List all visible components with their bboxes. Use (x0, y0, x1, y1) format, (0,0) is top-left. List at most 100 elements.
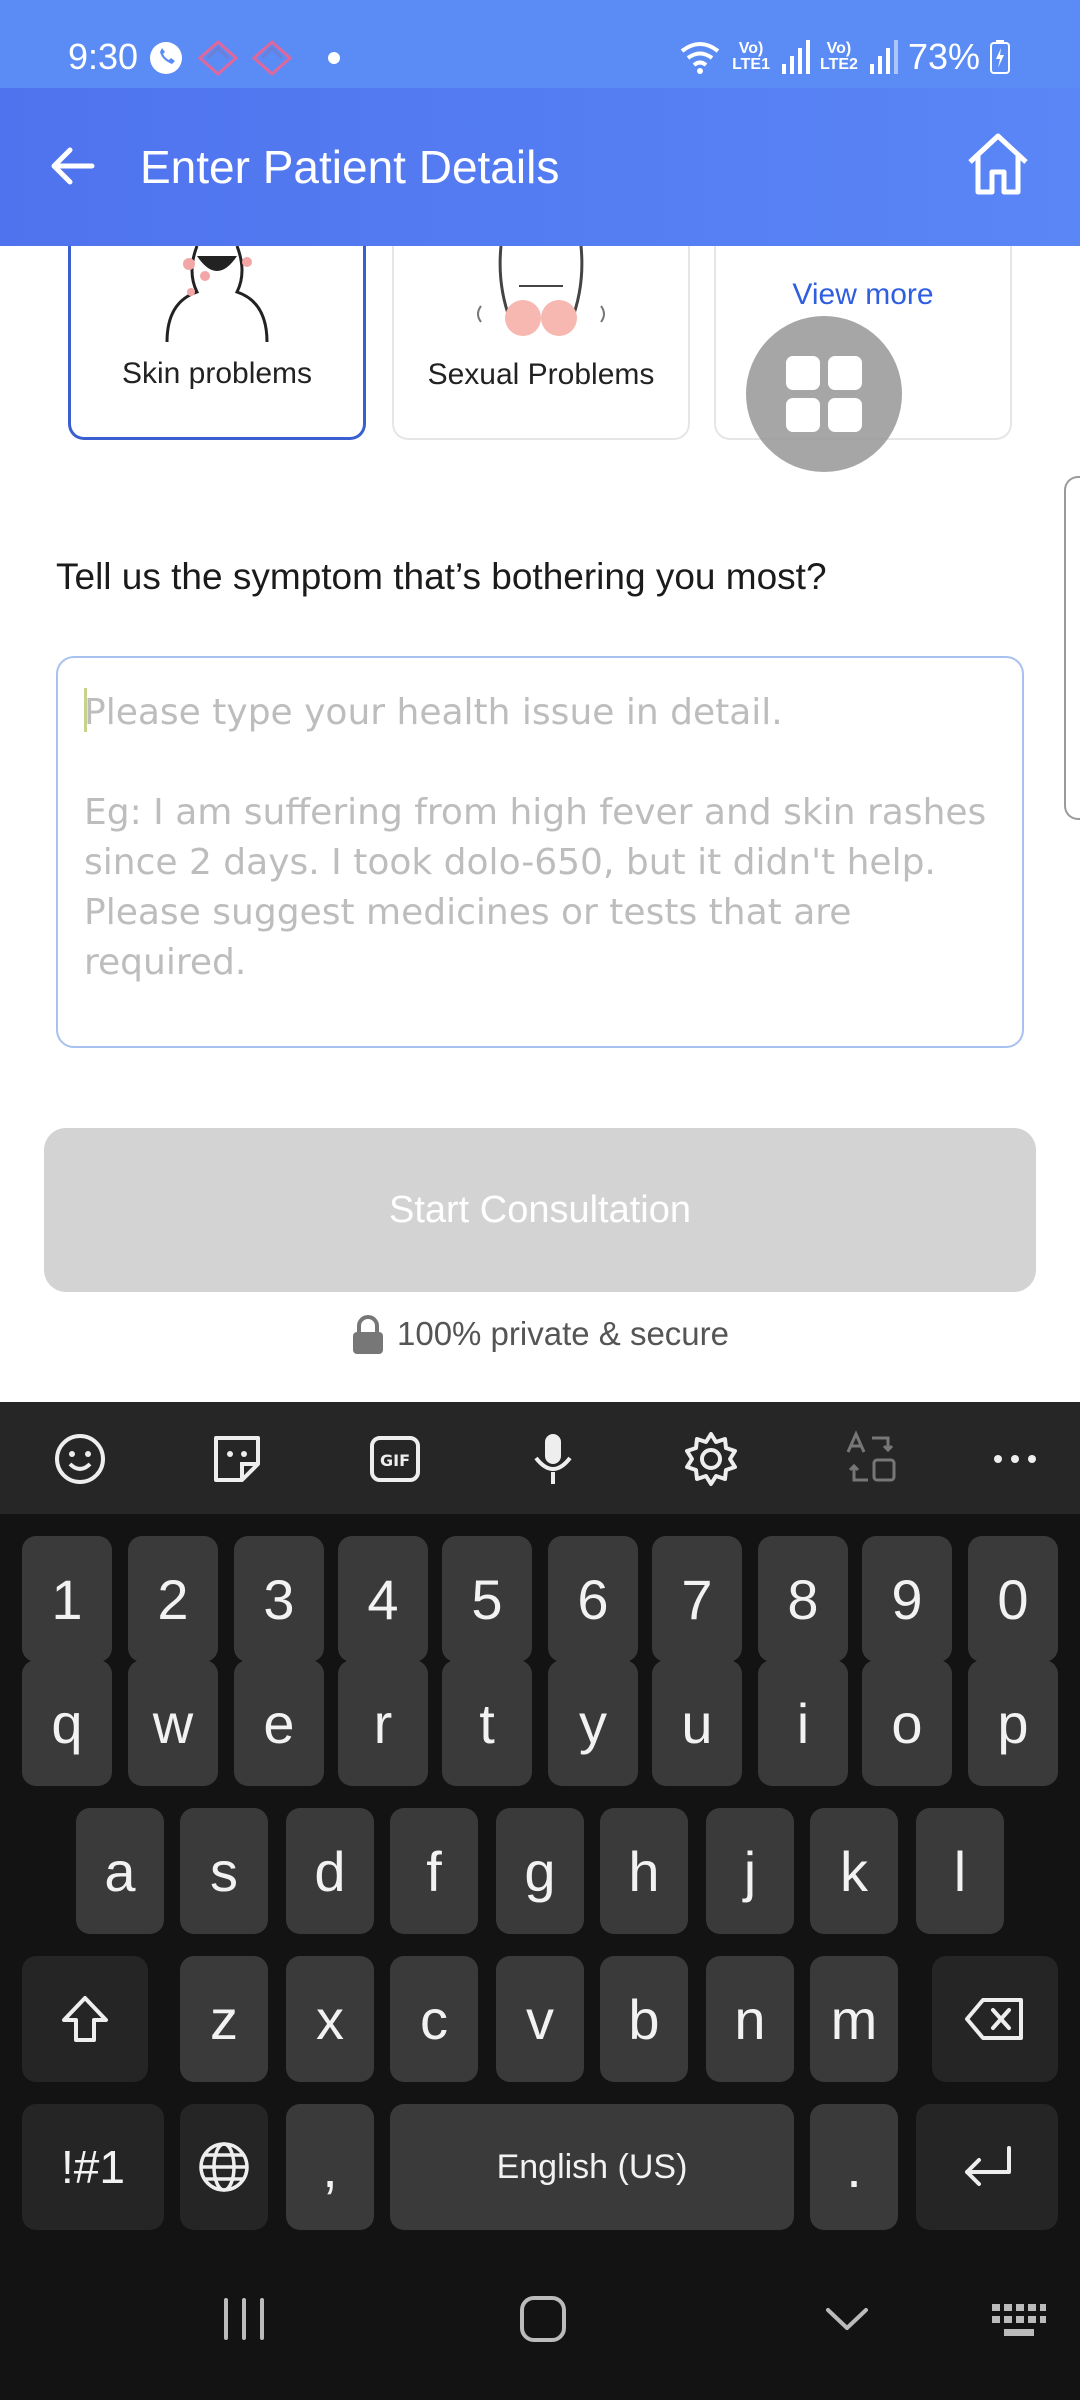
key-r[interactable]: r (338, 1660, 428, 1786)
wifi-icon (680, 42, 720, 74)
key-5[interactable]: 5 (442, 1536, 532, 1662)
key-p[interactable]: p (968, 1660, 1058, 1786)
status-indicators: Vo) LTE1 Vo) LTE2 73% (678, 36, 1010, 78)
category-label: Skin problems (121, 357, 313, 390)
key-q[interactable]: q (22, 1660, 112, 1786)
view-more-link[interactable]: View more (716, 278, 1010, 312)
keyboard-switch-icon[interactable] (990, 2302, 1048, 2340)
notification-icons (148, 40, 340, 76)
key-0[interactable]: 0 (968, 1536, 1058, 1662)
key-9[interactable]: 9 (862, 1536, 952, 1662)
system-nav-bar (0, 2244, 1080, 2400)
sim2-label: Vo) LTE2 (820, 40, 858, 73)
key-n[interactable]: n (706, 1956, 794, 2082)
lte1-label: LTE1 (732, 56, 770, 73)
key-a[interactable]: a (76, 1808, 164, 1934)
key-4[interactable]: 4 (338, 1536, 428, 1662)
side-panel-handle[interactable] (1064, 476, 1080, 820)
backspace-key[interactable] (932, 1956, 1058, 2082)
key-u[interactable]: u (652, 1660, 742, 1786)
more-options-icon[interactable] (986, 1430, 1044, 1488)
start-consultation-button[interactable]: Start Consultation (44, 1128, 1036, 1292)
translate-icon[interactable] (842, 1430, 900, 1488)
grid-icon (786, 356, 820, 390)
home-nav-icon[interactable] (518, 2294, 568, 2344)
key-1[interactable]: 1 (22, 1536, 112, 1662)
key-e[interactable]: e (234, 1660, 324, 1786)
key-y[interactable]: y (548, 1660, 638, 1786)
signal-icon (869, 40, 898, 74)
grid-icon (828, 356, 862, 390)
key-8[interactable]: 8 (758, 1536, 848, 1662)
key-d[interactable]: d (286, 1808, 374, 1934)
page-title: Enter Patient Details (140, 141, 560, 193)
key-t[interactable]: t (442, 1660, 532, 1786)
gif-icon[interactable]: GIF (366, 1430, 424, 1488)
shift-key[interactable] (22, 1956, 148, 2082)
home-icon (968, 133, 1028, 195)
key-i[interactable]: i (758, 1660, 848, 1786)
key-b[interactable]: b (600, 1956, 688, 2082)
language-key[interactable] (180, 2104, 268, 2230)
settings-gear-icon[interactable] (682, 1430, 740, 1488)
whatsapp-icon (150, 42, 182, 74)
key-f[interactable]: f (390, 1808, 478, 1934)
app-notification-icon (252, 40, 292, 76)
hide-keyboard-chevron-icon[interactable] (822, 2294, 872, 2344)
globe-icon (199, 2142, 249, 2192)
period-key[interactable]: . (810, 2104, 898, 2230)
signal-icon (782, 40, 810, 74)
key-g[interactable]: g (496, 1808, 584, 1934)
placeholder-line: Please type your health issue in detail. (84, 692, 783, 733)
key-s[interactable]: s (180, 1808, 268, 1934)
svg-text:GIF: GIF (380, 1451, 410, 1470)
category-card-sexual-problems[interactable]: Sexual Problems (392, 246, 690, 440)
key-v[interactable]: v (496, 1956, 584, 2082)
recent-apps-icon[interactable] (220, 2294, 268, 2344)
category-label: Sexual Problems (427, 358, 655, 391)
key-6[interactable]: 6 (548, 1536, 638, 1662)
key-k[interactable]: k (810, 1808, 898, 1934)
key-2[interactable]: 2 (128, 1536, 218, 1662)
backspace-icon (965, 1998, 1023, 2040)
space-key[interactable]: English (US) (390, 2104, 794, 2230)
key-w[interactable]: w (128, 1660, 218, 1786)
key-3[interactable]: 3 (234, 1536, 324, 1662)
grid-icon (828, 398, 862, 432)
home-button[interactable] (960, 126, 1036, 202)
key-z[interactable]: z (180, 1956, 268, 2082)
back-button[interactable] (36, 130, 108, 202)
symptom-input[interactable]: Please type your health issue in detail.… (56, 656, 1024, 1048)
key-x[interactable]: x (286, 1956, 374, 2082)
symbols-key[interactable]: !#1 (22, 2104, 164, 2230)
placeholder-example: Eg: I am suffering from high fever and s… (84, 792, 987, 983)
shift-arrow-icon (62, 1996, 108, 2042)
back-arrow-icon (51, 147, 95, 185)
key-l[interactable]: l (916, 1808, 1004, 1934)
enter-arrow-icon (965, 2146, 1011, 2186)
lock-icon (352, 1315, 383, 1354)
key-o[interactable]: o (862, 1660, 952, 1786)
emoji-icon[interactable] (51, 1430, 109, 1488)
lte2-label: LTE2 (820, 56, 858, 73)
symptom-question: Tell us the symptom that’s bothering you… (56, 556, 827, 597)
text-cursor (84, 688, 87, 732)
app-notification-icon (198, 40, 238, 76)
category-card-skin-problems[interactable]: Skin problems (68, 246, 366, 440)
comma-key[interactable]: , (286, 2104, 374, 2230)
microphone-icon[interactable] (524, 1430, 582, 1488)
key-c[interactable]: c (390, 1956, 478, 2082)
sticker-icon[interactable] (208, 1430, 266, 1488)
grid-icon (786, 398, 820, 432)
battery-charging-icon (990, 40, 1010, 74)
key-7[interactable]: 7 (652, 1536, 742, 1662)
sexual-problems-illustration (477, 246, 605, 336)
floating-menu-button[interactable] (746, 316, 902, 472)
key-m[interactable]: m (810, 1956, 898, 2082)
key-h[interactable]: h (600, 1808, 688, 1934)
privacy-note: 100% private & secure (0, 1314, 1080, 1354)
key-j[interactable]: j (706, 1808, 794, 1934)
sim1-label: Vo) LTE1 (732, 40, 770, 73)
enter-key[interactable] (916, 2104, 1058, 2230)
status-time: 9:30 (68, 36, 139, 77)
